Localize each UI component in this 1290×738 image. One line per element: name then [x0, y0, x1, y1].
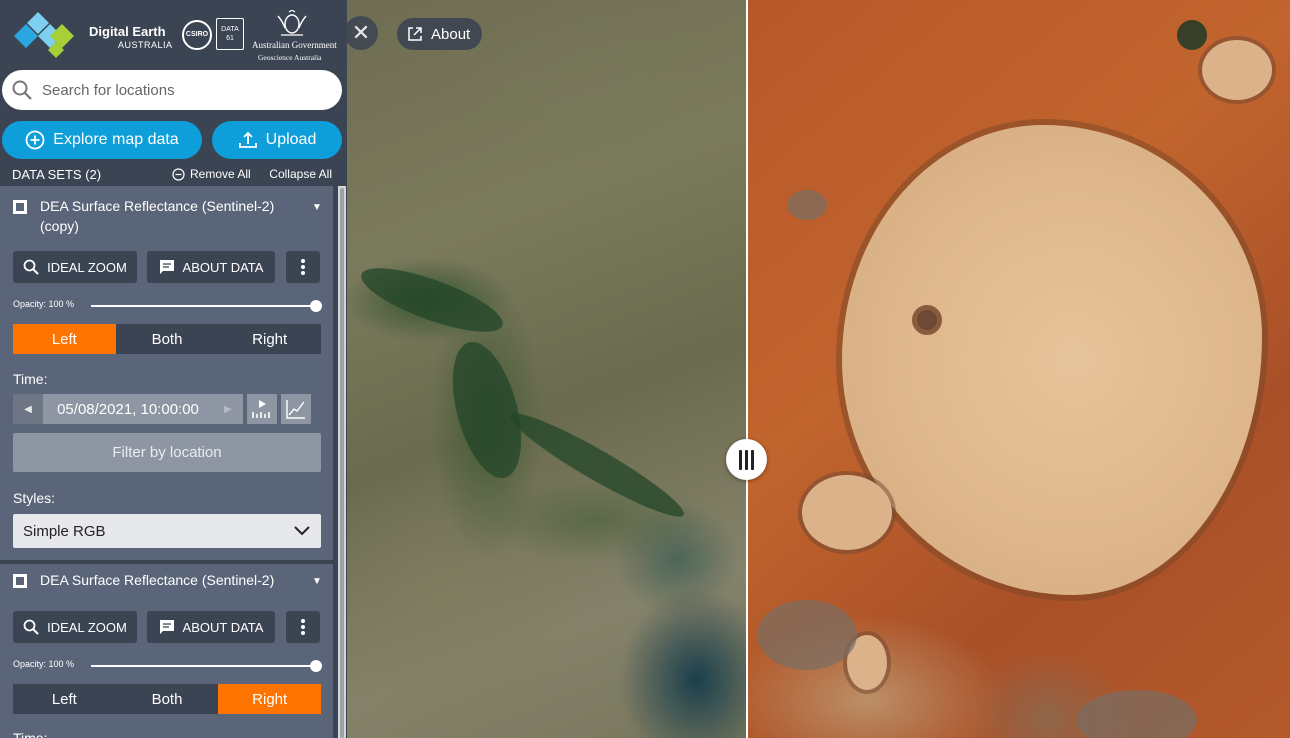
- style-value: Simple RGB: [23, 522, 106, 540]
- search-input[interactable]: [42, 81, 312, 99]
- date-value[interactable]: 05/08/2021, 10:00:00: [43, 401, 213, 418]
- compare-both-button[interactable]: Both: [115, 324, 219, 354]
- search-icon: [12, 80, 32, 100]
- upload-icon: [238, 131, 257, 148]
- opacity-slider-track[interactable]: [91, 305, 317, 307]
- time-label: Time:: [13, 371, 48, 387]
- chart-button[interactable]: [281, 394, 311, 424]
- more-options-button[interactable]: [286, 611, 320, 643]
- filter-by-location-button[interactable]: Filter by location: [13, 433, 321, 472]
- opacity-slider-thumb[interactable]: [310, 660, 322, 672]
- timeline-play-icon: [252, 400, 270, 418]
- compare-divider-line: [746, 0, 748, 738]
- style-select[interactable]: Simple RGB: [13, 514, 321, 548]
- upload-button[interactable]: Upload: [212, 121, 342, 159]
- compare-both-button[interactable]: Both: [115, 684, 219, 714]
- compare-right-button[interactable]: Right: [218, 684, 322, 714]
- dataset-title: DEA Surface Reflectance (Sentinel-2): [40, 572, 275, 588]
- expand-caret-icon[interactable]: ▼: [312, 202, 322, 213]
- data61-logo: DATA 61: [216, 18, 244, 50]
- opacity-label: Opacity: 100 %: [13, 299, 75, 309]
- dataset-visibility-checkbox[interactable]: [13, 200, 27, 214]
- more-vertical-icon: [301, 619, 305, 635]
- map-view[interactable]: [347, 0, 1290, 738]
- csiro-logo: CSIRO: [182, 20, 212, 50]
- expand-caret-icon[interactable]: ▼: [312, 576, 322, 587]
- search-icon: [23, 259, 39, 275]
- search-box[interactable]: [2, 70, 342, 110]
- about-data-label: ABOUT DATA: [182, 259, 264, 275]
- line-chart-icon: [286, 400, 305, 419]
- external-link-icon: [408, 27, 422, 41]
- scrollbar-thumb[interactable]: [340, 188, 344, 738]
- comment-icon: [159, 260, 174, 274]
- compare-toggle: Left Both Right: [13, 684, 322, 714]
- compare-toggle: Left Both Right: [13, 324, 322, 354]
- chevron-down-icon: [294, 526, 310, 536]
- explore-map-data-button[interactable]: Explore map data: [2, 121, 202, 159]
- ideal-zoom-label: IDEAL ZOOM: [47, 619, 127, 635]
- ideal-zoom-label: IDEAL ZOOM: [47, 259, 127, 275]
- ideal-zoom-button[interactable]: IDEAL ZOOM: [13, 611, 137, 643]
- gov-subtitle: Geoscience Australia: [258, 53, 322, 62]
- explore-label: Explore map data: [53, 131, 179, 148]
- dataset-panel: DEA Surface Reflectance (Sentinel-2) (co…: [0, 186, 333, 560]
- opacity-slider-thumb[interactable]: [310, 300, 322, 312]
- datasets-title: DATA SETS (2): [12, 167, 102, 182]
- styles-label: Styles:: [13, 490, 56, 506]
- dataset-panel: DEA Surface Reflectance (Sentinel-2) ▼ I…: [0, 564, 333, 738]
- plus-circle-icon: [25, 130, 45, 150]
- play-timeline-button[interactable]: [247, 394, 277, 424]
- ideal-zoom-button[interactable]: IDEAL ZOOM: [13, 251, 137, 283]
- time-label: Time:: [13, 730, 48, 738]
- about-data-button[interactable]: ABOUT DATA: [147, 611, 275, 643]
- brand-subtitle: AUSTRALIA: [118, 40, 173, 50]
- sidebar: Digital Earth AUSTRALIA CSIRO DATA 61 Au…: [0, 0, 347, 738]
- comment-icon: [159, 620, 174, 634]
- next-date-button[interactable]: ▶: [213, 394, 243, 424]
- dataset-title: DEA Surface Reflectance (Sentinel-2) (co…: [40, 198, 275, 234]
- dea-logo-icon: [14, 12, 74, 58]
- collapse-all-button[interactable]: Collapse All: [269, 167, 332, 181]
- about-data-button[interactable]: ABOUT DATA: [147, 251, 275, 283]
- header: Digital Earth AUSTRALIA CSIRO DATA 61 Au…: [0, 0, 347, 66]
- more-vertical-icon: [301, 259, 305, 275]
- minus-circle-icon: [172, 167, 185, 181]
- lake: [842, 125, 1262, 595]
- map-left-imagery: [347, 0, 747, 738]
- compare-right-button[interactable]: Right: [218, 324, 322, 354]
- opacity-slider-track[interactable]: [91, 665, 317, 667]
- gov-crest-icon: [277, 10, 307, 36]
- datasets-header: DATA SETS (2) Remove All Collapse All: [12, 166, 334, 182]
- compare-left-button[interactable]: Left: [13, 324, 116, 354]
- map-right-imagery: [747, 0, 1290, 738]
- upload-label: Upload: [265, 131, 317, 148]
- previous-date-button[interactable]: ◀: [13, 394, 43, 424]
- brand-title: Digital Earth: [89, 24, 166, 39]
- dataset-visibility-checkbox[interactable]: [13, 574, 27, 588]
- more-options-button[interactable]: [286, 251, 320, 283]
- date-picker: ◀ 05/08/2021, 10:00:00 ▶: [13, 394, 243, 424]
- opacity-label: Opacity: 100 %: [13, 659, 75, 669]
- gov-title: Australian Government: [252, 40, 337, 50]
- close-panel-button[interactable]: ✕: [344, 16, 378, 50]
- remove-all-button[interactable]: Remove All: [172, 167, 251, 181]
- about-label: About: [431, 25, 471, 43]
- search-icon: [23, 619, 39, 635]
- remove-all-label: Remove All: [190, 167, 251, 181]
- compare-divider-handle[interactable]: [726, 439, 767, 480]
- about-button[interactable]: About: [397, 18, 483, 50]
- about-data-label: ABOUT DATA: [182, 619, 264, 635]
- compare-left-button[interactable]: Left: [13, 684, 116, 714]
